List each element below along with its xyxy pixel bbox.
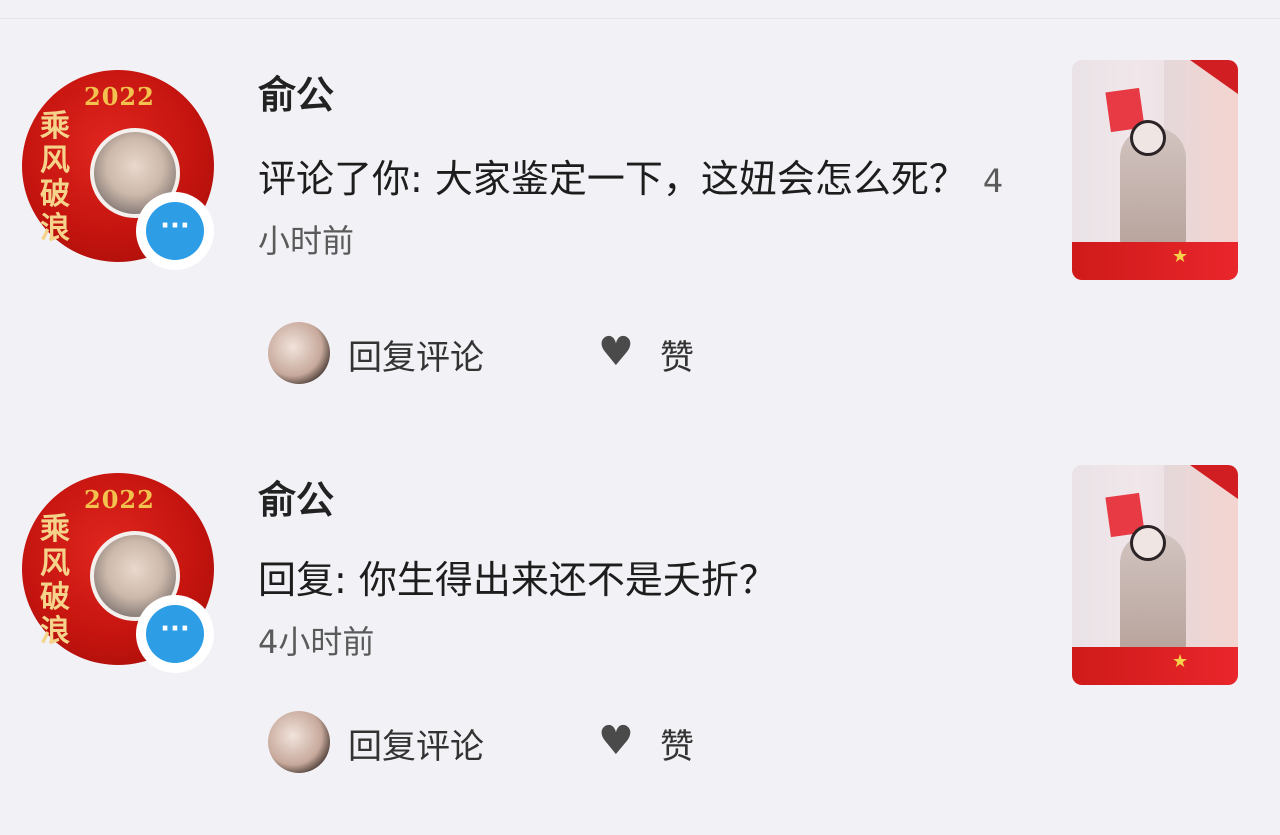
chat-bubble-icon: ··· bbox=[146, 202, 204, 260]
comment-badge: ··· bbox=[136, 192, 214, 270]
username[interactable]: 俞公 bbox=[258, 469, 334, 524]
video-thumbnail[interactable]: ★ bbox=[1072, 465, 1238, 685]
comment-badge: ··· bbox=[136, 595, 214, 673]
timestamp: 4小时前 bbox=[258, 623, 375, 661]
chat-bubble-icon: ··· bbox=[146, 605, 204, 663]
top-divider bbox=[0, 18, 1280, 19]
heart-icon[interactable]: ♥ bbox=[598, 328, 634, 376]
user-avatar[interactable]: 2022 乘风破浪 ··· bbox=[22, 70, 214, 270]
my-avatar bbox=[268, 322, 330, 384]
star-icon: ★ bbox=[1172, 651, 1189, 672]
my-avatar bbox=[268, 711, 330, 773]
thumb-banner bbox=[1072, 647, 1238, 685]
avatar-calligraphy: 乘风破浪 bbox=[40, 109, 70, 246]
thumb-head bbox=[1130, 525, 1166, 561]
comment-text[interactable]: 评论了你: 大家鉴定一下，这妞会怎么死？ 4小时前 bbox=[258, 150, 1018, 270]
notification-item[interactable]: 2022 乘风破浪 ··· 俞公 评论了你: 大家鉴定一下，这妞会怎么死？ 4小时… bbox=[0, 30, 1280, 430]
thumb-head bbox=[1130, 120, 1166, 156]
video-thumbnail[interactable]: ★ bbox=[1072, 60, 1238, 280]
user-avatar[interactable]: 2022 乘风破浪 ··· bbox=[22, 473, 214, 673]
comment-body: 评论了你: 大家鉴定一下，这妞会怎么死？ bbox=[258, 157, 967, 201]
username[interactable]: 俞公 bbox=[258, 64, 334, 119]
avatar-calligraphy: 乘风破浪 bbox=[40, 512, 70, 649]
reply-comment-button[interactable]: 回复评论 bbox=[348, 330, 484, 379]
thumb-banner bbox=[1072, 242, 1238, 280]
avatar-year-text: 2022 bbox=[84, 82, 155, 111]
reply-comment-button[interactable]: 回复评论 bbox=[348, 719, 484, 768]
like-button[interactable]: 赞 bbox=[660, 719, 694, 768]
heart-icon[interactable]: ♥ bbox=[598, 717, 634, 765]
comment-text[interactable]: 回复: 你生得出来还不是夭折？ bbox=[258, 551, 1018, 609]
avatar-year-text: 2022 bbox=[84, 485, 155, 514]
notification-item[interactable]: 2022 乘风破浪 ··· 俞公 回复: 你生得出来还不是夭折？ 4小时前 ★ … bbox=[0, 435, 1280, 835]
star-icon: ★ bbox=[1172, 246, 1189, 267]
like-button[interactable]: 赞 bbox=[660, 330, 694, 379]
